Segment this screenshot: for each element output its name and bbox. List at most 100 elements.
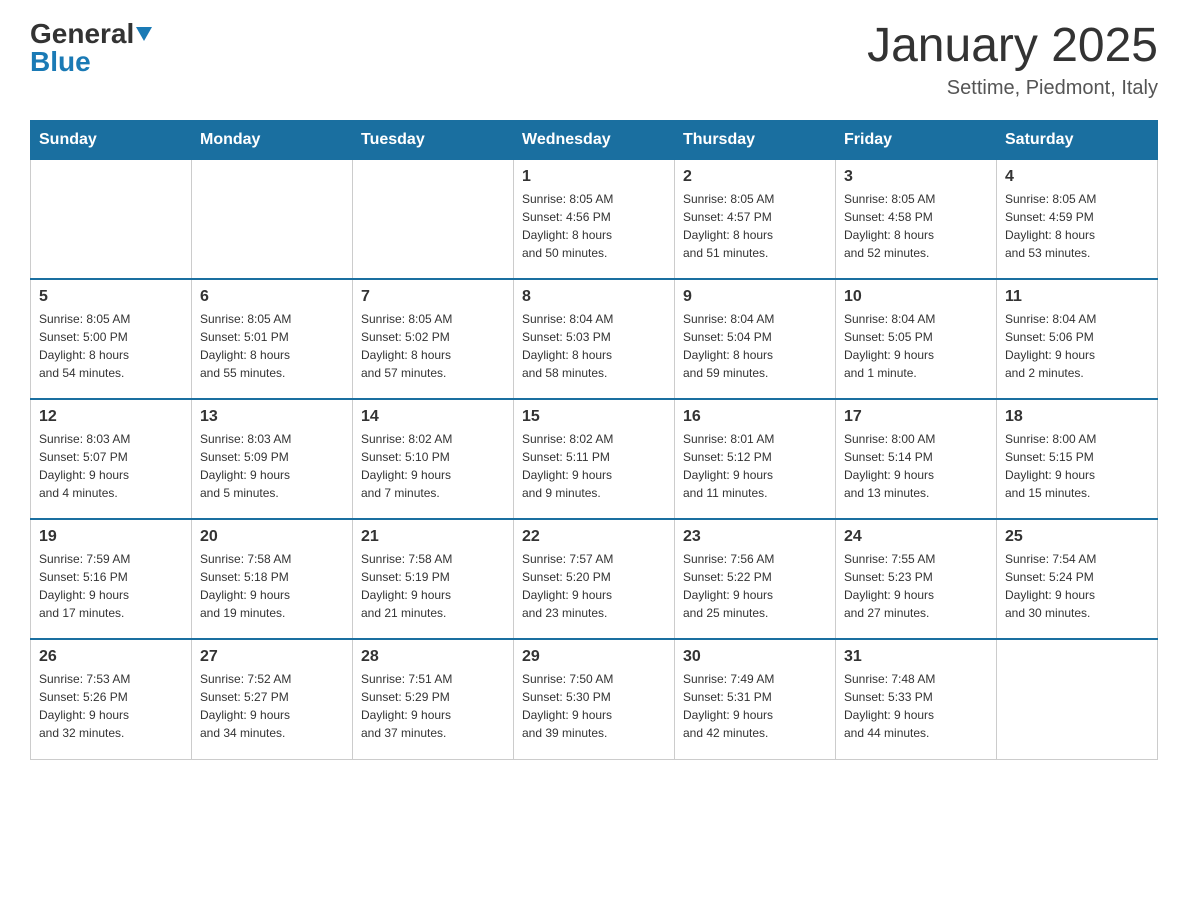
- day-info: Sunrise: 7:55 AM Sunset: 5:23 PM Dayligh…: [844, 550, 988, 622]
- day-info: Sunrise: 8:01 AM Sunset: 5:12 PM Dayligh…: [683, 430, 827, 502]
- day-info: Sunrise: 8:00 AM Sunset: 5:15 PM Dayligh…: [1005, 430, 1149, 502]
- calendar-day-cell: [192, 159, 353, 279]
- calendar-day-cell: 10 Sunrise: 8:04 AM Sunset: 5:05 PM Dayli…: [836, 279, 997, 399]
- calendar-day-cell: 27 Sunrise: 7:52 AM Sunset: 5:27 PM Dayli…: [192, 639, 353, 759]
- calendar-day-cell: 5 Sunrise: 8:05 AM Sunset: 5:00 PM Daylig…: [31, 279, 192, 399]
- day-number: 26: [39, 648, 183, 666]
- day-info: Sunrise: 7:52 AM Sunset: 5:27 PM Dayligh…: [200, 670, 344, 742]
- day-info: Sunrise: 8:05 AM Sunset: 4:59 PM Dayligh…: [1005, 190, 1149, 262]
- day-number: 23: [683, 528, 827, 546]
- day-number: 14: [361, 408, 505, 426]
- day-info: Sunrise: 7:54 AM Sunset: 5:24 PM Dayligh…: [1005, 550, 1149, 622]
- title-block: January 2025 Settime, Piedmont, Italy: [867, 20, 1158, 100]
- calendar-day-cell: [353, 159, 514, 279]
- weekday-header-friday: Friday: [836, 120, 997, 159]
- calendar-day-cell: [31, 159, 192, 279]
- calendar-day-cell: 22 Sunrise: 7:57 AM Sunset: 5:20 PM Dayli…: [514, 519, 675, 639]
- logo-general-text: General: [30, 20, 134, 48]
- day-info: Sunrise: 7:57 AM Sunset: 5:20 PM Dayligh…: [522, 550, 666, 622]
- day-info: Sunrise: 8:05 AM Sunset: 4:57 PM Dayligh…: [683, 190, 827, 262]
- calendar-header-row: SundayMondayTuesdayWednesdayThursdayFrid…: [31, 120, 1158, 159]
- calendar-day-cell: 28Sunrise: 7:51 AM Sunset: 5:29 PM Dayli…: [353, 639, 514, 759]
- day-number: 27: [200, 648, 344, 666]
- calendar-day-cell: 24 Sunrise: 7:55 AM Sunset: 5:23 PM Dayli…: [836, 519, 997, 639]
- calendar-day-cell: 13Sunrise: 8:03 AM Sunset: 5:09 PM Dayli…: [192, 399, 353, 519]
- day-info: Sunrise: 8:04 AM Sunset: 5:03 PM Dayligh…: [522, 310, 666, 382]
- page-header: General Blue January 2025 Settime, Piedm…: [30, 20, 1158, 100]
- day-info: Sunrise: 8:05 AM Sunset: 5:00 PM Dayligh…: [39, 310, 183, 382]
- day-number: 2: [683, 168, 827, 186]
- calendar-week-row: 1 Sunrise: 8:05 AM Sunset: 4:56 PM Daylig…: [31, 159, 1158, 279]
- day-info: Sunrise: 8:05 AM Sunset: 4:58 PM Dayligh…: [844, 190, 988, 262]
- day-info: Sunrise: 8:05 AM Sunset: 5:02 PM Dayligh…: [361, 310, 505, 382]
- day-number: 19: [39, 528, 183, 546]
- calendar-day-cell: 1 Sunrise: 8:05 AM Sunset: 4:56 PM Daylig…: [514, 159, 675, 279]
- calendar-week-row: 19 Sunrise: 7:59 AM Sunset: 5:16 PM Dayli…: [31, 519, 1158, 639]
- day-number: 17: [844, 408, 988, 426]
- logo: General Blue: [30, 20, 152, 76]
- weekday-header-thursday: Thursday: [675, 120, 836, 159]
- day-number: 16: [683, 408, 827, 426]
- day-number: 5: [39, 288, 183, 306]
- day-info: Sunrise: 7:48 AM Sunset: 5:33 PM Dayligh…: [844, 670, 988, 742]
- calendar-day-cell: 3 Sunrise: 8:05 AM Sunset: 4:58 PM Daylig…: [836, 159, 997, 279]
- day-info: Sunrise: 7:56 AM Sunset: 5:22 PM Dayligh…: [683, 550, 827, 622]
- calendar-day-cell: 30 Sunrise: 7:49 AM Sunset: 5:31 PM Dayli…: [675, 639, 836, 759]
- day-number: 8: [522, 288, 666, 306]
- day-number: 31: [844, 648, 988, 666]
- day-info: Sunrise: 7:59 AM Sunset: 5:16 PM Dayligh…: [39, 550, 183, 622]
- day-number: 12: [39, 408, 183, 426]
- day-info: Sunrise: 8:03 AM Sunset: 5:09 PM Dayligh…: [200, 430, 344, 502]
- calendar-day-cell: 18 Sunrise: 8:00 AM Sunset: 5:15 PM Dayli…: [997, 399, 1158, 519]
- day-number: 1: [522, 168, 666, 186]
- day-info: Sunrise: 7:53 AM Sunset: 5:26 PM Dayligh…: [39, 670, 183, 742]
- day-number: 7: [361, 288, 505, 306]
- day-info: Sunrise: 7:50 AM Sunset: 5:30 PM Dayligh…: [522, 670, 666, 742]
- day-info: Sunrise: 8:05 AM Sunset: 5:01 PM Dayligh…: [200, 310, 344, 382]
- calendar-day-cell: 17 Sunrise: 8:00 AM Sunset: 5:14 PM Dayli…: [836, 399, 997, 519]
- calendar-day-cell: 7 Sunrise: 8:05 AM Sunset: 5:02 PM Daylig…: [353, 279, 514, 399]
- day-number: 25: [1005, 528, 1149, 546]
- calendar-day-cell: 11 Sunrise: 8:04 AM Sunset: 5:06 PM Dayli…: [997, 279, 1158, 399]
- calendar-day-cell: 29 Sunrise: 7:50 AM Sunset: 5:30 PM Dayli…: [514, 639, 675, 759]
- calendar-day-cell: 20Sunrise: 7:58 AM Sunset: 5:18 PM Dayli…: [192, 519, 353, 639]
- calendar-week-row: 26 Sunrise: 7:53 AM Sunset: 5:26 PM Dayli…: [31, 639, 1158, 759]
- day-number: 29: [522, 648, 666, 666]
- day-info: Sunrise: 8:02 AM Sunset: 5:10 PM Dayligh…: [361, 430, 505, 502]
- day-number: 18: [1005, 408, 1149, 426]
- day-info: Sunrise: 8:00 AM Sunset: 5:14 PM Dayligh…: [844, 430, 988, 502]
- calendar-day-cell: 2 Sunrise: 8:05 AM Sunset: 4:57 PM Daylig…: [675, 159, 836, 279]
- calendar-day-cell: 6Sunrise: 8:05 AM Sunset: 5:01 PM Daylig…: [192, 279, 353, 399]
- calendar-day-cell: 9Sunrise: 8:04 AM Sunset: 5:04 PM Daylig…: [675, 279, 836, 399]
- calendar-subtitle: Settime, Piedmont, Italy: [867, 77, 1158, 100]
- day-number: 3: [844, 168, 988, 186]
- weekday-header-monday: Monday: [192, 120, 353, 159]
- day-info: Sunrise: 8:02 AM Sunset: 5:11 PM Dayligh…: [522, 430, 666, 502]
- day-info: Sunrise: 8:04 AM Sunset: 5:06 PM Dayligh…: [1005, 310, 1149, 382]
- calendar-table: SundayMondayTuesdayWednesdayThursdayFrid…: [30, 120, 1158, 760]
- day-number: 22: [522, 528, 666, 546]
- calendar-week-row: 5 Sunrise: 8:05 AM Sunset: 5:00 PM Daylig…: [31, 279, 1158, 399]
- day-number: 11: [1005, 288, 1149, 306]
- day-number: 24: [844, 528, 988, 546]
- calendar-day-cell: 19 Sunrise: 7:59 AM Sunset: 5:16 PM Dayli…: [31, 519, 192, 639]
- day-info: Sunrise: 7:49 AM Sunset: 5:31 PM Dayligh…: [683, 670, 827, 742]
- day-info: Sunrise: 8:04 AM Sunset: 5:05 PM Dayligh…: [844, 310, 988, 382]
- day-number: 21: [361, 528, 505, 546]
- weekday-header-tuesday: Tuesday: [353, 120, 514, 159]
- day-info: Sunrise: 8:05 AM Sunset: 4:56 PM Dayligh…: [522, 190, 666, 262]
- day-number: 10: [844, 288, 988, 306]
- calendar-day-cell: 21Sunrise: 7:58 AM Sunset: 5:19 PM Dayli…: [353, 519, 514, 639]
- calendar-day-cell: 8 Sunrise: 8:04 AM Sunset: 5:03 PM Daylig…: [514, 279, 675, 399]
- calendar-day-cell: [997, 639, 1158, 759]
- logo-triangle-icon: [136, 27, 152, 41]
- calendar-title: January 2025: [867, 20, 1158, 73]
- day-info: Sunrise: 7:58 AM Sunset: 5:18 PM Dayligh…: [200, 550, 344, 622]
- day-number: 15: [522, 408, 666, 426]
- day-info: Sunrise: 8:04 AM Sunset: 5:04 PM Dayligh…: [683, 310, 827, 382]
- day-number: 30: [683, 648, 827, 666]
- calendar-day-cell: 4Sunrise: 8:05 AM Sunset: 4:59 PM Daylig…: [997, 159, 1158, 279]
- day-number: 28: [361, 648, 505, 666]
- day-info: Sunrise: 8:03 AM Sunset: 5:07 PM Dayligh…: [39, 430, 183, 502]
- weekday-header-wednesday: Wednesday: [514, 120, 675, 159]
